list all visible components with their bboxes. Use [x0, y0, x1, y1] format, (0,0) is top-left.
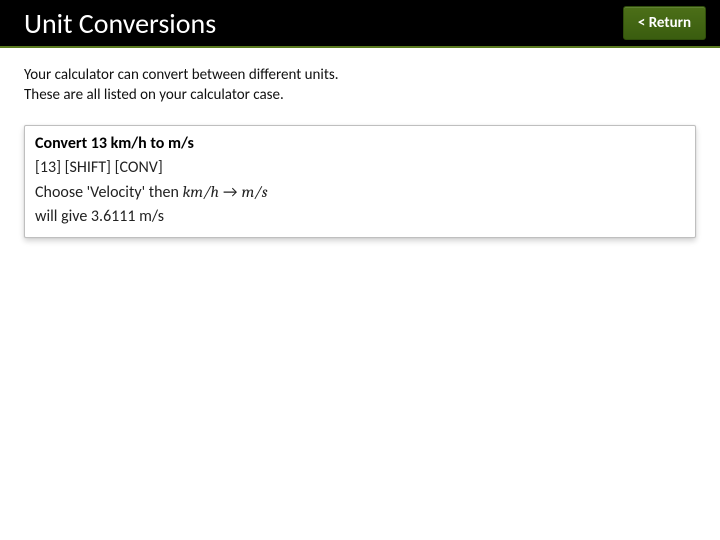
- example-result: will give 3.6111 m/s: [35, 205, 685, 229]
- return-button[interactable]: < Return: [623, 6, 706, 40]
- example-choose-line: Choose 'Velocity' then km/h→m/s: [35, 180, 685, 205]
- example-title: Convert 13 km/h to m/s: [35, 132, 685, 156]
- example-from-unit: km/h: [182, 183, 219, 201]
- example-choose-prefix: Choose 'Velocity' then: [35, 183, 182, 202]
- intro-line-2: These are all listed on your calculator …: [24, 86, 696, 106]
- intro-text: Your calculator can convert between diff…: [0, 48, 720, 119]
- page-title: Unit Conversions: [24, 6, 216, 41]
- example-keys: [13] [SHIFT] [CONV]: [35, 156, 685, 180]
- example-to-unit: m/s: [241, 183, 267, 201]
- example-box: Convert 13 km/h to m/s [13] [SHIFT] [CON…: [24, 125, 696, 238]
- intro-line-1: Your calculator can convert between diff…: [24, 66, 696, 86]
- header-bar: Unit Conversions < Return: [0, 0, 720, 48]
- arrow-icon: →: [219, 183, 241, 202]
